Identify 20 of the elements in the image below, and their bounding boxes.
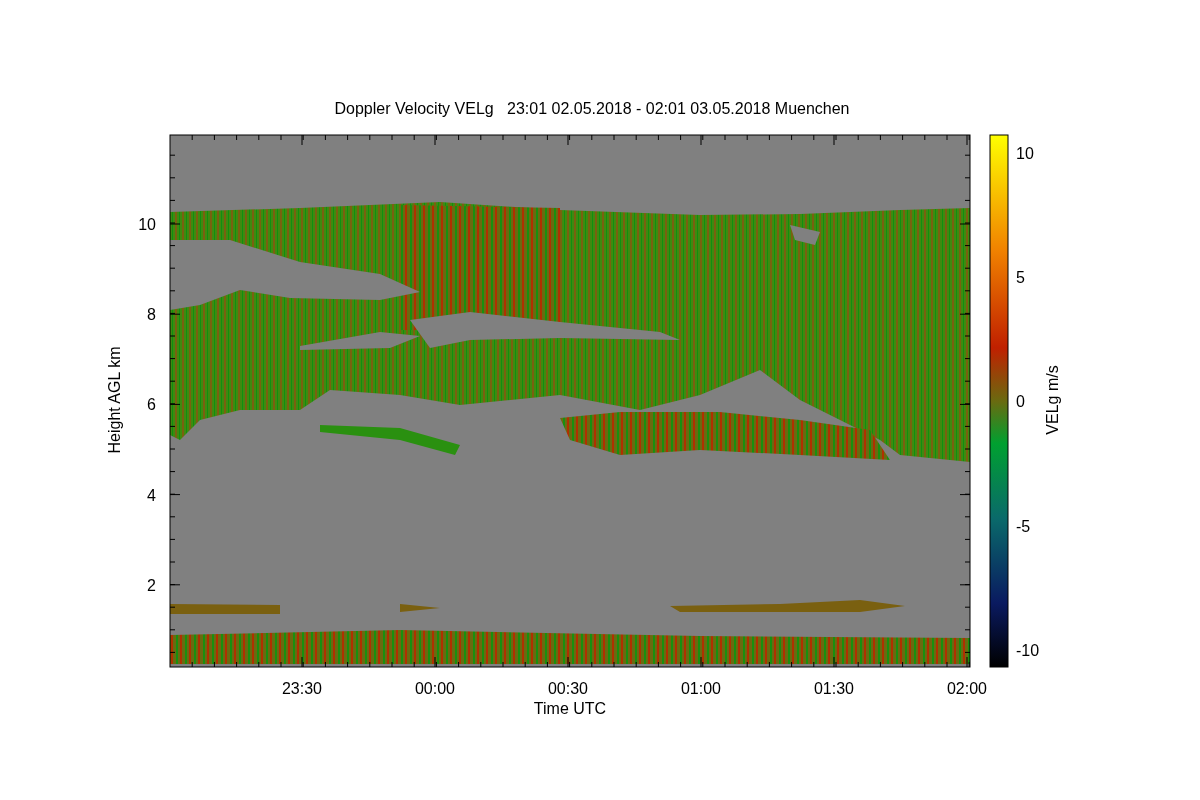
x-tick-label: 01:00 — [681, 680, 721, 697]
colorbar-label: VELg m/s — [1044, 365, 1061, 435]
x-tick-label: 01:30 — [814, 680, 854, 697]
y-axis-label: Height AGL km — [106, 346, 123, 454]
colorbar-tick-label: -10 — [1016, 641, 1040, 659]
y-tick-label: 4 — [147, 486, 156, 504]
colorbar-tick-label: 0 — [1016, 393, 1025, 411]
y-tick-label: 6 — [147, 396, 156, 414]
colorbar-tick-label: -5 — [1016, 517, 1031, 535]
y-tick-label: 10 — [138, 216, 156, 233]
x-axis-label: Time UTC — [533, 700, 607, 717]
x-tick-label: 00:00 — [415, 680, 455, 697]
colorbar-tick-label: 10 — [1016, 145, 1034, 162]
plot-title: Doppler Velocity VELg 23:01 02.05.2018 - 02:01 03.05.2018 Muenchen — [334, 100, 850, 117]
colorbar-tick-label: 5 — [1016, 269, 1025, 287]
x-tick-label: 00:30 — [548, 680, 588, 697]
y-tick-label: 8 — [147, 306, 156, 324]
y-tick-label: 2 — [147, 576, 156, 594]
x-tick-label: 02:00 — [947, 680, 987, 697]
x-tick-label: 23:30 — [282, 680, 322, 697]
